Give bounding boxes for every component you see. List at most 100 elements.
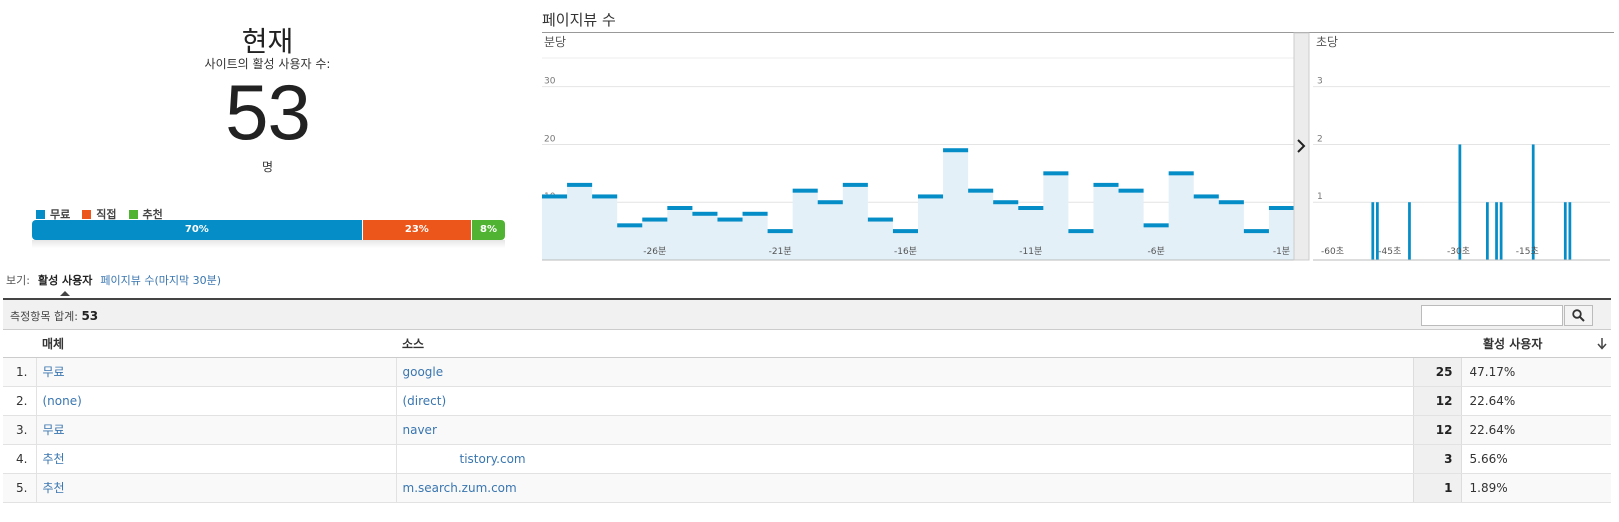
row-medium-link[interactable]: 무료 bbox=[43, 365, 65, 379]
row-medium-cell: 추천 bbox=[36, 473, 397, 503]
per-minute-bar bbox=[993, 200, 1019, 205]
row-value: 3 bbox=[1412, 444, 1462, 474]
header-source[interactable]: 소스 bbox=[396, 330, 1413, 358]
per-second-bar bbox=[1486, 202, 1489, 260]
per-minute-bar bbox=[1043, 171, 1069, 176]
row-index: 3. bbox=[3, 415, 37, 445]
row-source-cell: naver bbox=[396, 415, 1413, 445]
tab-active-users[interactable]: 활성 사용자 bbox=[38, 272, 92, 296]
y-tick-label: 20 bbox=[544, 134, 556, 144]
per-second-bar bbox=[1371, 202, 1375, 260]
row-medium-link[interactable]: 추천 bbox=[43, 452, 65, 466]
share-segment-referral: 8% bbox=[471, 220, 505, 240]
per-minute-bar bbox=[542, 194, 568, 199]
per-second-bar bbox=[1458, 144, 1462, 260]
x-tick-label: -16분 bbox=[894, 246, 917, 257]
row-source-link[interactable]: naver bbox=[403, 423, 437, 437]
legend-swatch bbox=[128, 209, 138, 219]
x-tick-label: -21분 bbox=[769, 246, 792, 257]
per-minute-bar bbox=[1168, 171, 1194, 176]
row-source-link[interactable]: m.search.zum.com bbox=[403, 481, 517, 495]
row-source-link[interactable]: (direct) bbox=[403, 394, 447, 408]
per-minute-bar bbox=[892, 229, 918, 234]
per-minute-bar bbox=[717, 217, 743, 222]
share-segment-direct: 23% bbox=[361, 220, 472, 240]
search-icon bbox=[1572, 309, 1585, 322]
row-medium-link[interactable]: 무료 bbox=[43, 423, 65, 437]
table-row: 2. (none) (direct) 12 22.64% bbox=[3, 386, 1611, 416]
tab-pageviews[interactable]: 페이지뷰 수(마지막 30분) bbox=[100, 272, 221, 288]
y-tick-label: 3 bbox=[1317, 77, 1323, 87]
per-second-bar bbox=[1408, 202, 1411, 260]
per-minute-area bbox=[542, 150, 1294, 260]
traffic-share-bar: 70% 23% 8% bbox=[32, 220, 505, 240]
row-source-link[interactable]: google bbox=[403, 365, 444, 379]
y-tick-label: 1 bbox=[1317, 192, 1323, 202]
header-medium[interactable]: 매체 bbox=[36, 330, 396, 358]
per-minute-bar bbox=[792, 188, 818, 193]
per-minute-bar bbox=[1018, 206, 1044, 210]
y-tick-label: 30 bbox=[544, 77, 556, 87]
totals-bar: 측정항목 합계: 53 bbox=[3, 298, 1611, 330]
per-minute-bar bbox=[767, 229, 793, 234]
row-medium-cell: 추천 bbox=[36, 444, 397, 474]
row-value: 25 bbox=[1412, 357, 1462, 387]
realtime-summary: 현재 사이트의 활성 사용자 수: 53 명 무료 직접 추천 70% 23% … bbox=[0, 0, 535, 270]
arrow-down-icon bbox=[1597, 338, 1607, 350]
per-minute-bar bbox=[642, 217, 668, 222]
per-minute-bar bbox=[1243, 229, 1269, 234]
per-minute-bar bbox=[1093, 182, 1119, 187]
search-button[interactable] bbox=[1564, 305, 1593, 326]
now-title: 현재 bbox=[241, 25, 294, 58]
view-tabs: 보기: 활성 사용자 페이지뷰 수(마지막 30분) bbox=[6, 272, 221, 296]
per-minute-label: 분당 bbox=[544, 35, 566, 49]
per-second-bar bbox=[1499, 202, 1503, 260]
table-search-input[interactable] bbox=[1421, 305, 1563, 326]
row-medium-cell: 무료 bbox=[36, 357, 397, 387]
row-source-link[interactable]: tistory.com bbox=[403, 452, 526, 466]
header-metric-label: 활성 사용자 bbox=[1483, 336, 1543, 351]
per-second-bar bbox=[1563, 202, 1567, 260]
x-tick-label: -11분 bbox=[1019, 246, 1042, 257]
y-tick-label: 2 bbox=[1317, 134, 1323, 144]
row-value: 12 bbox=[1412, 386, 1462, 416]
per-minute-bar bbox=[592, 194, 618, 199]
row-medium-link[interactable]: (none) bbox=[43, 394, 82, 408]
row-value: 12 bbox=[1412, 415, 1462, 445]
row-index: 5. bbox=[3, 473, 37, 503]
x-tick-label: -6분 bbox=[1148, 246, 1165, 257]
totals-value: 53 bbox=[81, 309, 99, 323]
per-minute-bar bbox=[742, 211, 768, 216]
row-source-cell: tistory.com bbox=[396, 444, 1413, 474]
active-users-count: 53 bbox=[225, 68, 311, 156]
per-minute-bar bbox=[1118, 188, 1144, 193]
count-unit: 명 bbox=[261, 160, 274, 174]
row-medium-link[interactable]: 추천 bbox=[43, 481, 65, 495]
totals-label: 측정항목 합계: bbox=[10, 310, 78, 323]
per-second-bar bbox=[1568, 202, 1572, 260]
header-active-users[interactable]: 활성 사용자 bbox=[1413, 330, 1611, 358]
view-label: 보기: bbox=[6, 274, 30, 287]
x-tick-label: -1분 bbox=[1273, 246, 1290, 257]
per-minute-bar bbox=[617, 223, 643, 228]
row-percent: 22.64% bbox=[1461, 386, 1611, 416]
table-row: 3. 무료 naver 12 22.64% bbox=[3, 415, 1611, 445]
row-index: 2. bbox=[3, 386, 37, 416]
per-minute-bar bbox=[817, 200, 843, 205]
table-row: 4. 추천 tistory.com 3 5.66% bbox=[3, 444, 1611, 474]
per-minute-bar bbox=[1068, 229, 1094, 234]
x-tick-label: -26분 bbox=[643, 246, 666, 257]
per-minute-bar bbox=[867, 217, 893, 222]
data-table: 매체 소스 활성 사용자 1. 무료 google 25 47.17% 2. (… bbox=[3, 330, 1611, 503]
row-value: 1 bbox=[1412, 473, 1462, 503]
pageviews-title: 페이지뷰 수 bbox=[542, 11, 616, 29]
share-bar-shadow bbox=[32, 240, 505, 248]
per-minute-bar bbox=[1143, 223, 1169, 228]
row-percent: 22.64% bbox=[1461, 415, 1611, 445]
per-minute-bar bbox=[968, 188, 994, 193]
per-second-bar bbox=[1495, 202, 1498, 260]
row-percent: 47.17% bbox=[1461, 357, 1611, 387]
share-segment-organic: 70% bbox=[32, 220, 362, 240]
per-second-label: 초당 bbox=[1316, 35, 1338, 49]
per-minute-bar bbox=[692, 211, 718, 216]
